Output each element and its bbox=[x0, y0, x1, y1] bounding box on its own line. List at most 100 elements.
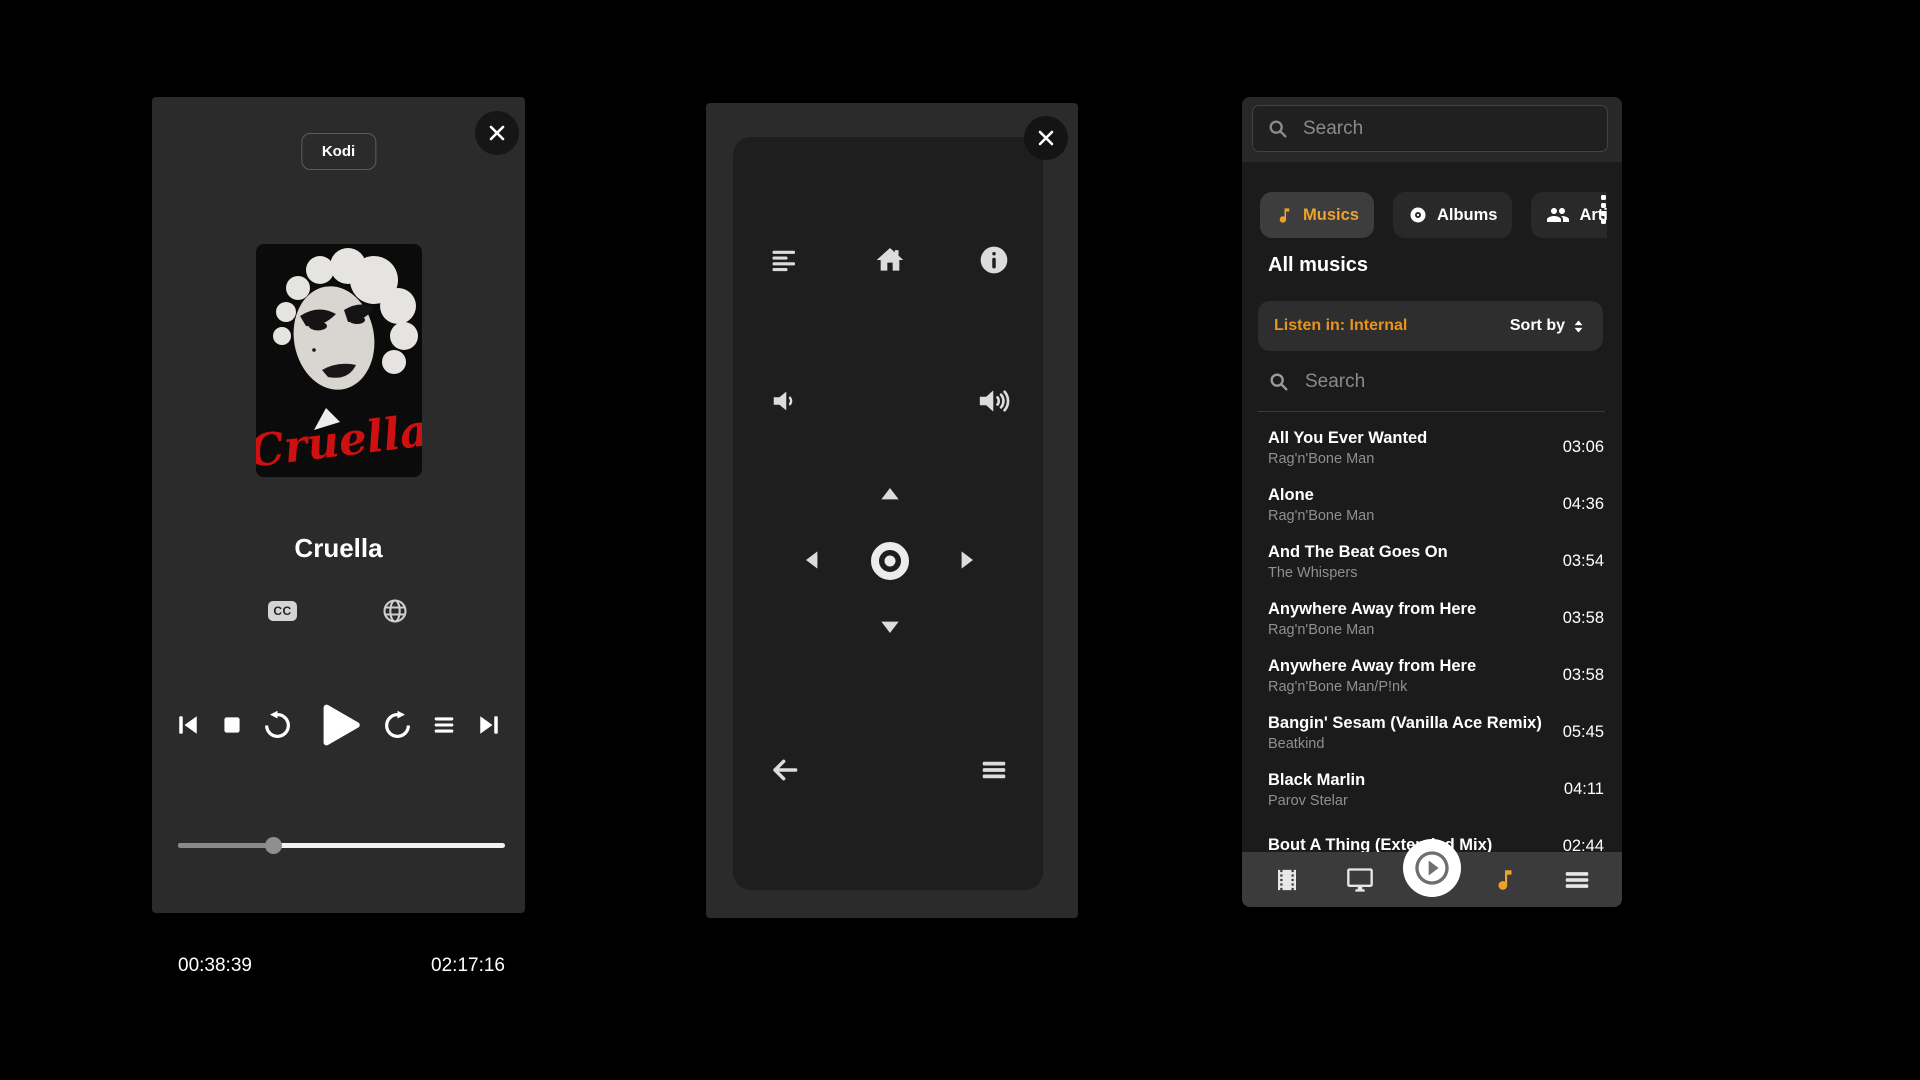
disc-icon bbox=[1408, 205, 1428, 225]
play-circle-icon bbox=[1412, 848, 1452, 888]
tab-albums[interactable]: Albums bbox=[1393, 192, 1513, 238]
song-duration: 03:58 bbox=[1563, 666, 1604, 685]
close-button[interactable] bbox=[1024, 116, 1068, 160]
library-header bbox=[1242, 97, 1622, 162]
people-icon bbox=[1546, 203, 1570, 227]
sort-arrows-icon bbox=[1570, 318, 1587, 335]
nav-tv-icon[interactable] bbox=[1346, 866, 1374, 894]
global-search-box[interactable] bbox=[1252, 105, 1608, 152]
song-meta: Anywhere Away from Here Rag'n'Bone Man bbox=[1268, 600, 1476, 638]
rewind-icon[interactable] bbox=[262, 710, 293, 741]
stream-options-row: CC bbox=[152, 597, 525, 625]
volume-down-button[interactable] bbox=[763, 379, 807, 423]
song-row[interactable]: All You Ever Wanted Rag'n'Bone Man 03:06 bbox=[1242, 419, 1622, 476]
stop-icon[interactable] bbox=[219, 712, 245, 738]
seek-bar[interactable] bbox=[178, 837, 505, 853]
nav-movies-icon[interactable] bbox=[1274, 866, 1301, 893]
subtitles-cc-icon[interactable]: CC bbox=[268, 601, 296, 621]
listen-in-selector[interactable]: Listen in: Internal bbox=[1274, 317, 1407, 335]
poster-image: Cruella bbox=[256, 244, 422, 477]
back-button[interactable] bbox=[763, 748, 807, 792]
close-button[interactable] bbox=[475, 111, 519, 155]
tab-artists[interactable]: Artists bbox=[1531, 192, 1607, 238]
song-artist: Beatkind bbox=[1268, 736, 1542, 752]
seek-knob[interactable] bbox=[265, 837, 282, 854]
song-duration: 03:06 bbox=[1563, 438, 1604, 457]
song-meta: Anywhere Away from Here Rag'n'Bone Man/P… bbox=[1268, 657, 1476, 695]
tab-musics[interactable]: Musics bbox=[1260, 192, 1374, 238]
close-icon bbox=[487, 123, 507, 143]
song-artist: Parov Stelar bbox=[1268, 793, 1365, 809]
list-search-input[interactable] bbox=[1305, 371, 1602, 393]
song-meta: And The Beat Goes On The Whispers bbox=[1268, 543, 1448, 581]
playlist-icon[interactable] bbox=[430, 711, 458, 739]
dpad-right-button[interactable] bbox=[945, 538, 989, 582]
elapsed-time: 00:38:39 bbox=[178, 955, 252, 977]
song-title: Bangin' Sesam (Vanilla Ace Remix) bbox=[1268, 714, 1542, 733]
song-title: And The Beat Goes On bbox=[1268, 543, 1448, 562]
song-row[interactable]: Bangin' Sesam (Vanilla Ace Remix) Beatki… bbox=[1242, 704, 1622, 761]
dpad-down-button[interactable] bbox=[868, 605, 912, 649]
play-icon[interactable] bbox=[309, 697, 365, 753]
song-title: Alone bbox=[1268, 486, 1374, 505]
now-playing-fab[interactable] bbox=[1403, 839, 1461, 897]
more-tabs-icon[interactable] bbox=[1601, 195, 1606, 224]
song-row[interactable]: Black Marlin Parov Stelar 04:11 bbox=[1242, 761, 1622, 818]
song-duration: 03:58 bbox=[1563, 609, 1604, 628]
total-time: 02:17:16 bbox=[431, 955, 505, 977]
song-row[interactable]: Anywhere Away from Here Rag'n'Bone Man 0… bbox=[1242, 590, 1622, 647]
remote-panel bbox=[706, 103, 1078, 918]
song-duration: 05:45 bbox=[1563, 723, 1604, 742]
song-row[interactable]: And The Beat Goes On The Whispers 03:54 bbox=[1242, 533, 1622, 590]
song-row[interactable]: Anywhere Away from Here Rag'n'Bone Man/P… bbox=[1242, 647, 1622, 704]
dpad-select-button[interactable] bbox=[868, 539, 912, 583]
desktop: Kodi bbox=[0, 0, 1920, 1080]
menu-button[interactable] bbox=[763, 238, 807, 282]
dpad-up-button[interactable] bbox=[868, 472, 912, 516]
song-artist: The Whispers bbox=[1268, 565, 1448, 581]
song-list: All You Ever Wanted Rag'n'Bone Man 03:06… bbox=[1242, 419, 1622, 907]
song-duration: 04:11 bbox=[1564, 780, 1604, 799]
song-meta: Bangin' Sesam (Vanilla Ace Remix) Beatki… bbox=[1268, 714, 1542, 752]
skip-previous-icon[interactable] bbox=[174, 711, 202, 739]
divider bbox=[1258, 411, 1605, 412]
time-row: 00:38:39 02:17:16 bbox=[178, 955, 505, 977]
dpad-left-button[interactable] bbox=[790, 538, 834, 582]
list-search-box[interactable] bbox=[1268, 365, 1602, 399]
skip-next-icon[interactable] bbox=[475, 711, 503, 739]
song-duration: 04:36 bbox=[1563, 495, 1604, 514]
song-title: Anywhere Away from Here bbox=[1268, 657, 1476, 676]
global-search-input[interactable] bbox=[1303, 118, 1593, 140]
song-artist: Rag'n'Bone Man/P!nk bbox=[1268, 679, 1476, 695]
library-tabs: Musics Albums Artists bbox=[1260, 192, 1607, 238]
section-title: All musics bbox=[1268, 254, 1368, 277]
tab-label: Albums bbox=[1437, 206, 1498, 225]
song-artist: Rag'n'Bone Man bbox=[1268, 451, 1427, 467]
song-duration: 03:54 bbox=[1563, 552, 1604, 571]
song-row[interactable]: Alone Rag'n'Bone Man 04:36 bbox=[1242, 476, 1622, 533]
volume-up-button[interactable] bbox=[972, 379, 1016, 423]
media-title: Cruella bbox=[152, 533, 525, 564]
fast-forward-icon[interactable] bbox=[382, 710, 413, 741]
home-button[interactable] bbox=[868, 238, 912, 282]
filter-bar: Listen in: Internal Sort by bbox=[1258, 301, 1603, 351]
song-meta: Black Marlin Parov Stelar bbox=[1268, 771, 1365, 809]
music-note-icon bbox=[1275, 206, 1294, 225]
globe-audio-language-icon[interactable] bbox=[381, 597, 409, 625]
song-meta: Alone Rag'n'Bone Man bbox=[1268, 486, 1374, 524]
close-icon bbox=[1036, 128, 1056, 148]
info-button[interactable] bbox=[972, 238, 1016, 282]
search-icon bbox=[1267, 118, 1289, 140]
nav-menu-icon[interactable] bbox=[1564, 866, 1591, 893]
now-playing-panel: Kodi bbox=[152, 97, 525, 913]
context-menu-button[interactable] bbox=[972, 748, 1016, 792]
song-artist: Rag'n'Bone Man bbox=[1268, 622, 1476, 638]
sort-by-selector[interactable]: Sort by bbox=[1510, 317, 1587, 335]
sort-by-label: Sort by bbox=[1510, 317, 1565, 335]
remote-pad bbox=[733, 137, 1043, 890]
app-name-chip: Kodi bbox=[301, 133, 376, 170]
nav-music-icon[interactable] bbox=[1492, 867, 1518, 893]
song-title: All You Ever Wanted bbox=[1268, 429, 1427, 448]
music-library-panel: Musics Albums Artists All musics Listen … bbox=[1242, 97, 1622, 907]
song-title: Anywhere Away from Here bbox=[1268, 600, 1476, 619]
